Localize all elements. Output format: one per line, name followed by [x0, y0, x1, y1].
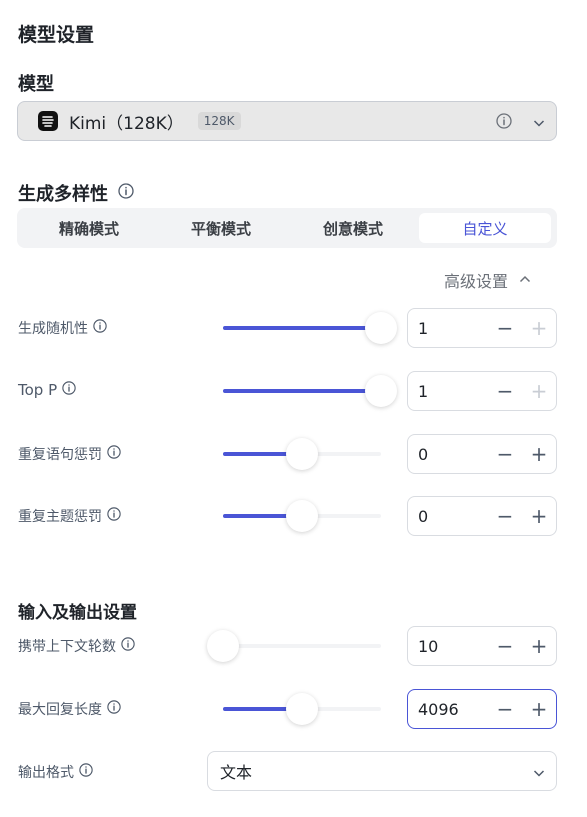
param-stepper[interactable]: 1− + — [407, 371, 557, 411]
slider-fill — [223, 326, 381, 330]
stepper-value[interactable]: 4096 — [418, 700, 488, 719]
diversity-heading: 生成多样性 — [18, 180, 134, 206]
page-title: 模型设置 — [18, 24, 95, 46]
param-stepper[interactable]: 4096− + — [407, 689, 557, 729]
output-format-label: 输出格式 — [18, 762, 93, 782]
slider-thumb[interactable] — [286, 500, 318, 532]
param-slider[interactable] — [223, 312, 397, 344]
kimi-logo-icon — [38, 111, 58, 131]
param-label-text: 重复主题惩罚 — [18, 509, 102, 525]
chevron-down-icon — [532, 765, 546, 784]
param-label-text: Top P — [18, 381, 58, 399]
info-icon[interactable] — [107, 507, 121, 525]
chevron-up-icon — [518, 271, 532, 290]
param-label-text: 携带上下文轮数 — [18, 639, 116, 655]
chevron-down-icon — [532, 115, 546, 134]
param-label: 重复主题惩罚 — [18, 506, 121, 526]
param-slider[interactable] — [223, 693, 381, 725]
param-slider[interactable] — [207, 630, 381, 662]
stepper-value[interactable]: 0 — [418, 445, 488, 464]
param-label: 生成随机性 — [18, 318, 107, 338]
stepper-value[interactable]: 0 — [418, 507, 488, 526]
slider-thumb[interactable] — [365, 375, 397, 407]
param-label-text: 生成随机性 — [18, 321, 88, 337]
param-slider[interactable] — [223, 500, 381, 532]
param-slider[interactable] — [223, 438, 381, 470]
output-format-label-text: 输出格式 — [18, 765, 74, 781]
stepper-value[interactable]: 1 — [418, 319, 488, 338]
info-icon[interactable] — [496, 113, 512, 133]
model-name: Kimi（128K） — [69, 113, 184, 134]
decrement-button[interactable]: − — [488, 497, 522, 535]
io-heading: 输入及输出设置 — [18, 603, 137, 623]
param-label: 重复语句惩罚 — [18, 444, 121, 464]
param-label-text: 最大回复长度 — [18, 702, 102, 718]
tab-precise[interactable]: 精确模式 — [23, 213, 155, 243]
info-icon[interactable] — [118, 182, 134, 204]
stepper-value[interactable]: 1 — [418, 382, 488, 401]
model-select[interactable]: Kimi（128K） 128K — [17, 101, 557, 141]
tab-custom[interactable]: 自定义 — [419, 213, 551, 243]
diversity-heading-label: 生成多样性 — [18, 184, 108, 205]
decrement-button[interactable]: − — [488, 309, 522, 347]
slider-thumb[interactable] — [286, 693, 318, 725]
decrement-button[interactable]: − — [488, 372, 522, 410]
info-icon[interactable] — [62, 381, 76, 399]
slider-thumb[interactable] — [365, 312, 397, 344]
param-label: 携带上下文轮数 — [18, 636, 135, 656]
model-heading: 模型 — [18, 74, 54, 95]
slider-thumb[interactable] — [286, 438, 318, 470]
param-stepper[interactable]: 1− + — [407, 308, 557, 348]
param-label: Top P — [18, 381, 76, 399]
param-label: 最大回复长度 — [18, 699, 121, 719]
advanced-settings-toggle[interactable]: 高级设置 — [444, 268, 532, 292]
slider-thumb[interactable] — [207, 630, 239, 662]
increment-button[interactable]: + — [522, 372, 556, 410]
decrement-button[interactable]: − — [488, 690, 522, 728]
stepper-value[interactable]: 10 — [418, 637, 488, 656]
slider-fill — [223, 389, 381, 393]
param-stepper[interactable]: 0− + — [407, 434, 557, 474]
param-stepper[interactable]: 10− + — [407, 626, 557, 666]
info-icon[interactable] — [107, 700, 121, 718]
info-icon[interactable] — [107, 445, 121, 463]
advanced-settings-label: 高级设置 — [444, 272, 509, 291]
info-icon[interactable] — [79, 763, 93, 781]
increment-button[interactable]: + — [522, 627, 556, 665]
tab-creative[interactable]: 创意模式 — [287, 213, 419, 243]
increment-button[interactable]: + — [522, 690, 556, 728]
output-format-select[interactable]: 文本 — [207, 751, 557, 791]
param-label-text: 重复语句惩罚 — [18, 447, 102, 463]
param-slider[interactable] — [223, 375, 397, 407]
increment-button[interactable]: + — [522, 309, 556, 347]
decrement-button[interactable]: − — [488, 435, 522, 473]
increment-button[interactable]: + — [522, 435, 556, 473]
info-icon[interactable] — [121, 637, 135, 655]
param-stepper[interactable]: 0− + — [407, 496, 557, 536]
increment-button[interactable]: + — [522, 497, 556, 535]
output-format-value: 文本 — [220, 763, 253, 782]
diversity-mode-tabs: 精确模式 平衡模式 创意模式 自定义 — [17, 208, 557, 248]
tab-balanced[interactable]: 平衡模式 — [155, 213, 287, 243]
info-icon[interactable] — [93, 319, 107, 337]
model-context-badge: 128K — [197, 112, 241, 130]
decrement-button[interactable]: − — [488, 627, 522, 665]
